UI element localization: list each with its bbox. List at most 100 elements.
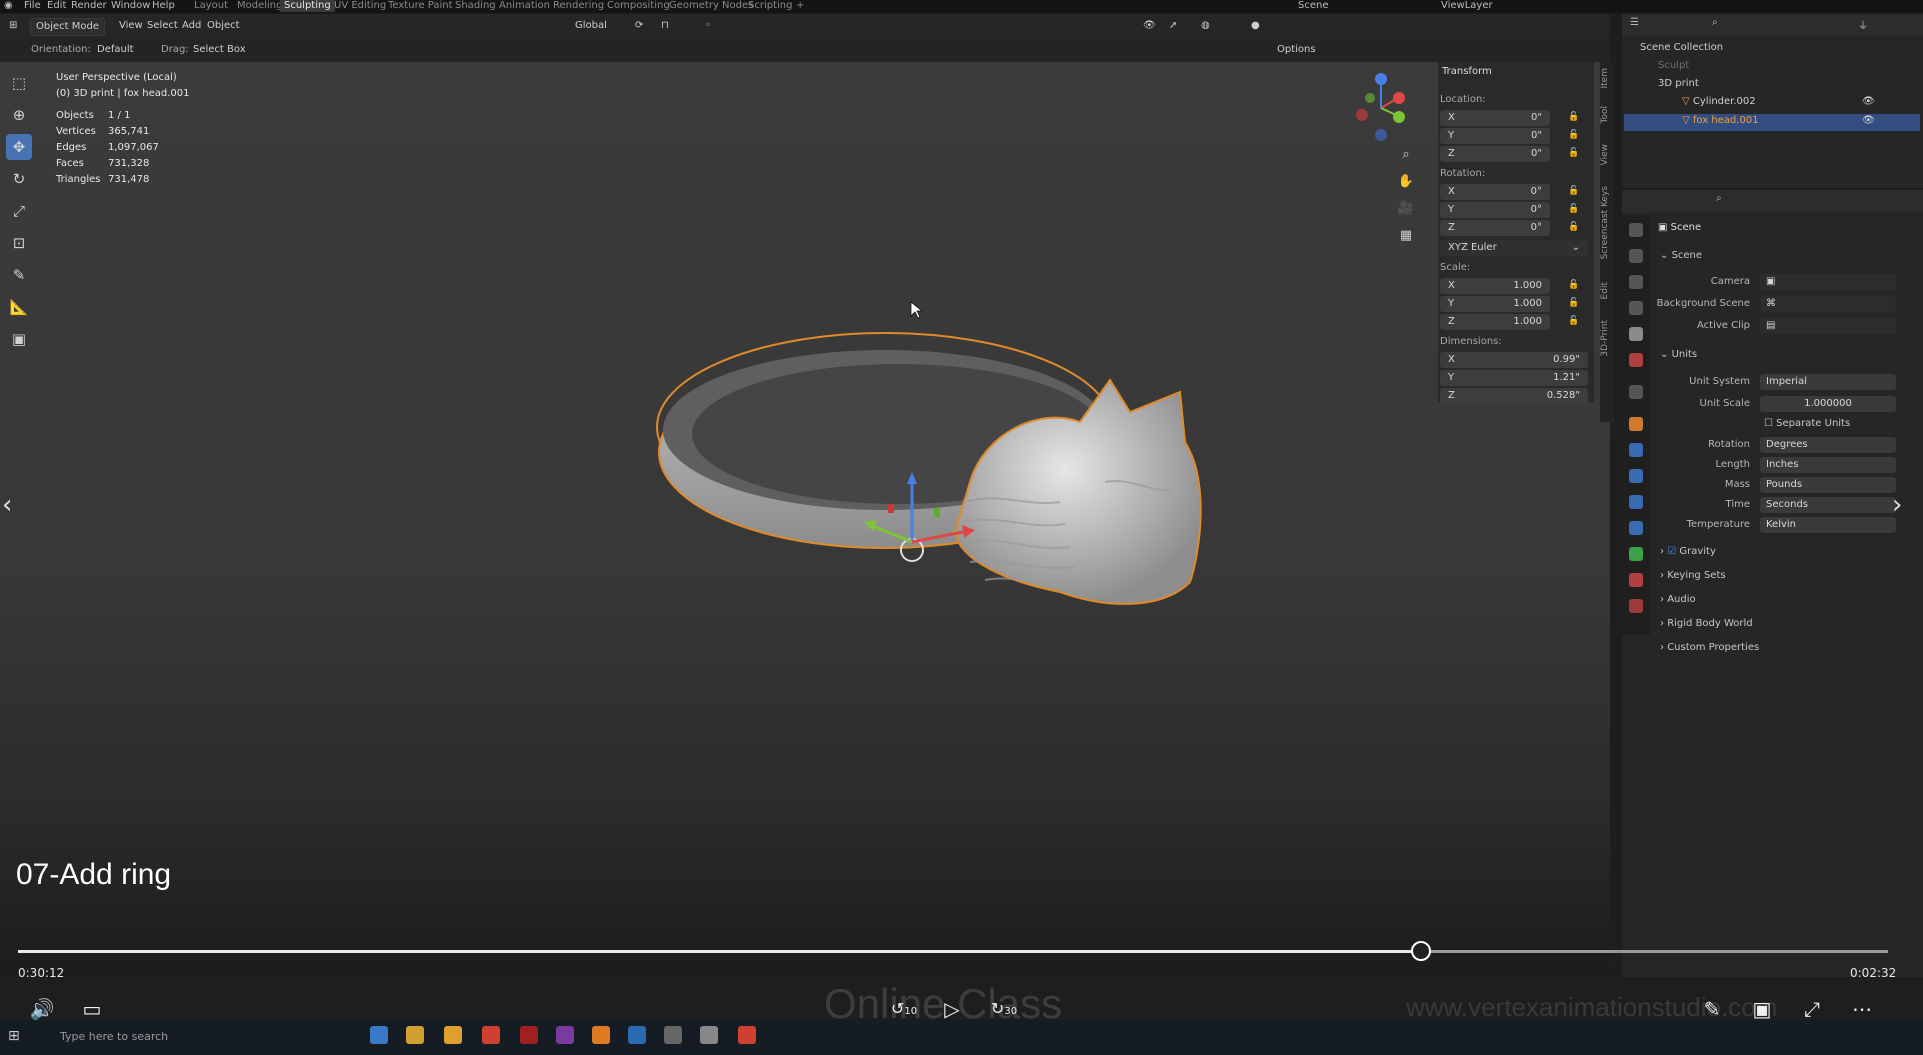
length-unit-dropdown[interactable]: Inches [1760, 457, 1896, 473]
tab-tool[interactable]: Tool [1600, 106, 1614, 123]
audio-section[interactable]: › Audio [1660, 594, 1696, 605]
outliner-item-3d-print[interactable]: 3D print [1658, 78, 1699, 89]
tab-uv-editing[interactable]: UV Editing [334, 0, 386, 12]
tab-sculpting[interactable]: Sculpting [280, 0, 335, 12]
transform-tool-icon[interactable]: ⊡ [6, 230, 32, 256]
dimension-z-field[interactable]: Z 0.528" [1440, 388, 1588, 404]
editor-type-icon[interactable]: ⊞ [4, 18, 22, 34]
menu-edit[interactable]: Edit [47, 0, 66, 12]
data-tab-icon[interactable] [1629, 547, 1643, 561]
custom-properties-section[interactable]: › Custom Properties [1660, 642, 1759, 653]
eye-icon[interactable]: 👁 [1862, 115, 1875, 126]
grid-view-icon[interactable]: ▦ [1396, 226, 1416, 246]
annotate-pen-icon[interactable]: ✎ [1698, 995, 1726, 1023]
render-tab-icon[interactable] [1629, 249, 1643, 263]
lock-icon[interactable]: 🔓 [1568, 280, 1580, 292]
app-icon[interactable] [700, 1026, 718, 1044]
previous-arrow-icon[interactable]: ‹ [2, 490, 12, 520]
filter-icon[interactable]: ⏚ [1858, 17, 1868, 32]
texture-tab-icon[interactable] [1629, 599, 1643, 613]
visibility-icon[interactable]: 👁 [1138, 18, 1161, 34]
edge-icon[interactable] [370, 1026, 388, 1044]
shading-solid-icon[interactable]: ● [1246, 18, 1265, 34]
volume-icon[interactable]: 🔊 [28, 995, 56, 1023]
lock-icon[interactable]: 🔓 [1568, 148, 1580, 160]
rotate-tool-icon[interactable]: ↻ [6, 166, 32, 192]
rigid-body-world-section[interactable]: › Rigid Body World [1660, 618, 1753, 629]
collection-tab-icon[interactable] [1629, 385, 1643, 399]
object-tab-icon[interactable] [1629, 417, 1643, 431]
output-tab-icon[interactable] [1629, 275, 1643, 289]
eye-icon[interactable]: 👁 [1862, 96, 1875, 107]
background-scene-field[interactable]: ⌘ [1760, 296, 1896, 312]
blender-taskbar-icon[interactable] [592, 1026, 610, 1044]
windows-start-icon[interactable]: ⊞ [8, 1028, 20, 1044]
particles-tab-icon[interactable] [1629, 469, 1643, 483]
tab-view[interactable]: View [1600, 144, 1614, 165]
progress-knob[interactable] [1410, 941, 1431, 961]
tab-rendering[interactable]: Rendering [553, 0, 604, 12]
proportional-edit-icon[interactable]: ◦ [700, 18, 716, 34]
captions-icon[interactable]: ▭ [78, 995, 106, 1023]
cursor-tool-icon[interactable]: ⊕ [6, 102, 32, 128]
gravity-section[interactable]: › ☑ Gravity [1660, 546, 1716, 557]
next-arrow-icon[interactable]: › [1892, 490, 1902, 520]
outliner-item-cylinder[interactable]: ▽ Cylinder.002 [1682, 96, 1756, 107]
drag-selector[interactable]: Select Box [188, 42, 251, 58]
camera-view-icon[interactable]: 🎥 [1396, 199, 1416, 219]
rotation-unit-dropdown[interactable]: Degrees [1760, 437, 1896, 453]
scene-selector[interactable]: Scene [1298, 0, 1329, 12]
material-tab-icon[interactable] [1629, 573, 1643, 587]
menu-object[interactable]: Object [202, 18, 245, 34]
mass-unit-dropdown[interactable]: Pounds [1760, 477, 1896, 493]
search-icon[interactable]: ⌕ [1716, 193, 1722, 204]
overlay-toggle-icon[interactable]: ◍ [1196, 18, 1215, 34]
location-z-field[interactable]: Z 0" [1440, 146, 1550, 162]
annotate-tool-icon[interactable]: ✎ [6, 262, 32, 288]
display-mode-icon[interactable]: ☰ [1630, 17, 1639, 28]
lock-icon[interactable]: 🔓 [1568, 222, 1580, 234]
lock-icon[interactable]: 🔓 [1568, 204, 1580, 216]
menu-window[interactable]: Window [111, 0, 150, 12]
skip-forward-button[interactable]: ↻30 [990, 995, 1018, 1023]
more-options-icon[interactable]: ⋯ [1848, 995, 1876, 1023]
lock-icon[interactable]: 🔓 [1568, 316, 1580, 328]
rotation-mode-selector[interactable]: XYZ Euler ⌄ [1440, 240, 1588, 256]
location-y-field[interactable]: Y 0" [1440, 128, 1550, 144]
physics-tab-icon[interactable] [1629, 495, 1643, 509]
store-icon[interactable] [406, 1026, 424, 1044]
time-unit-dropdown[interactable]: Seconds [1760, 497, 1896, 513]
taskbar-search[interactable]: Type here to search [36, 1024, 254, 1050]
rotation-y-field[interactable]: Y 0° [1440, 202, 1550, 218]
dimension-y-field[interactable]: Y 1.21" [1440, 370, 1588, 386]
play-button[interactable]: ▷ [938, 995, 966, 1023]
scene-collection[interactable]: Scene Collection [1640, 42, 1723, 53]
picture-in-picture-icon[interactable]: ▣ [1748, 995, 1776, 1023]
file-explorer-icon[interactable] [444, 1026, 462, 1044]
transform-space-selector[interactable]: Global [570, 18, 612, 34]
view-layer-selector[interactable]: ViewLayer [1441, 0, 1493, 12]
scene-tab-icon[interactable] [1629, 327, 1643, 341]
active-clip-field[interactable]: ▤ [1760, 318, 1896, 334]
app-icon[interactable] [520, 1026, 538, 1044]
tab-scripting[interactable]: Scripting [748, 0, 792, 12]
lock-icon[interactable]: 🔓 [1568, 186, 1580, 198]
scale-y-field[interactable]: Y 1.000 [1440, 296, 1550, 312]
rotation-z-field[interactable]: Z 0° [1440, 220, 1550, 236]
scale-z-field[interactable]: Z 1.000 [1440, 314, 1550, 330]
lock-icon[interactable]: 🔓 [1568, 298, 1580, 310]
outliner-item-sculpt[interactable]: Sculpt [1658, 60, 1689, 71]
zoom-icon[interactable]: ⌕ [1396, 145, 1416, 165]
menu-file[interactable]: File [24, 0, 41, 12]
unit-system-dropdown[interactable]: Imperial [1760, 374, 1896, 390]
tab-edit[interactable]: Edit [1600, 282, 1614, 299]
tab-item[interactable]: Item [1600, 68, 1614, 89]
tab-geometry-nodes[interactable]: Geometry Nodes [669, 0, 753, 12]
chrome-icon[interactable] [738, 1026, 756, 1044]
fullscreen-icon[interactable]: ⤢ [1798, 995, 1826, 1023]
tab-modeling[interactable]: Modeling [237, 0, 283, 12]
menu-help[interactable]: Help [152, 0, 175, 12]
navigation-gizmo[interactable] [1346, 70, 1416, 146]
options-button[interactable]: Options [1272, 42, 1321, 58]
search-icon[interactable]: ⌕ [1712, 17, 1718, 28]
